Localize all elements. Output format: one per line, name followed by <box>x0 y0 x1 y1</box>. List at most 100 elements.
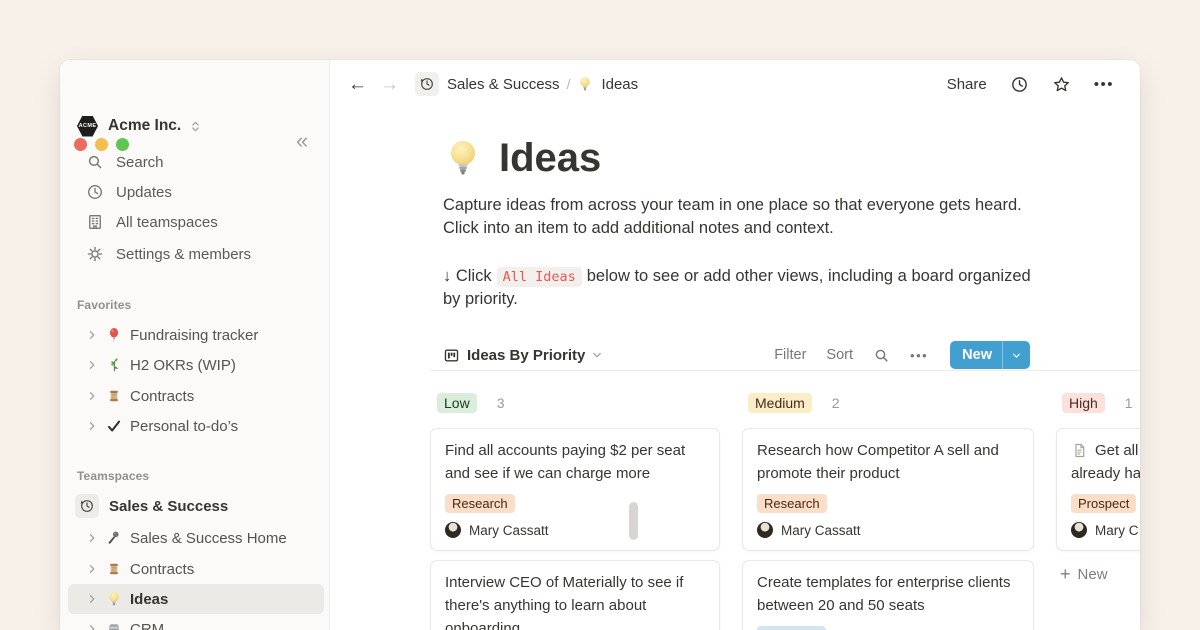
chevron-right-icon[interactable] <box>86 623 98 630</box>
card-person: Mary Cassatt <box>445 522 705 538</box>
board-icon <box>443 347 460 364</box>
card-tag: Research <box>445 494 515 513</box>
favorites-header: Favorites <box>77 298 131 312</box>
sidebar-item-crm[interactable]: CRM <box>68 614 324 630</box>
page-title-row: Ideas <box>443 138 601 178</box>
card-title: already ha <box>1071 462 1140 485</box>
sidebar-item-updates[interactable]: Updates <box>60 177 330 207</box>
card-tag: Prospect <box>1071 494 1136 513</box>
board-card[interactable]: Get all already ha Prospect Mary C <box>1056 428 1140 551</box>
filter-button[interactable]: Filter <box>774 347 806 363</box>
callout-text: ↓ Click <box>443 267 492 285</box>
column-header-medium[interactable]: Medium 2 <box>748 392 840 414</box>
clock-icon[interactable] <box>1010 75 1029 94</box>
board-card[interactable]: Find all accounts paying $2 per seat and… <box>430 428 720 551</box>
search-icon[interactable] <box>873 347 890 364</box>
share-button[interactable]: Share <box>947 76 987 93</box>
sidebar-item-all-teamspaces[interactable]: All teamspaces <box>60 207 330 237</box>
sidebar-item-label: Sales & Success Home <box>130 530 287 547</box>
more-icon[interactable]: ••• <box>1094 76 1114 93</box>
star-icon[interactable] <box>1052 75 1071 94</box>
breadcrumb-separator: / <box>567 76 571 92</box>
sidebar-item-settings-members[interactable]: Settings & members <box>60 239 330 269</box>
avatar <box>445 522 461 538</box>
scrollbar-thumb[interactable] <box>629 502 638 540</box>
add-new-card-button[interactable]: + New <box>1060 560 1108 588</box>
sidebar-item-search[interactable]: Search <box>60 147 330 177</box>
chevron-right-icon[interactable] <box>86 593 98 605</box>
chevron-right-icon[interactable] <box>86 390 98 402</box>
avatar <box>1071 522 1087 538</box>
board-card[interactable]: Research how Competitor A sell and promo… <box>742 428 1034 551</box>
chevron-down-icon <box>1011 350 1022 361</box>
board-card[interactable]: Interview CEO of Materially to see if th… <box>430 560 720 630</box>
priority-badge: High <box>1062 393 1105 413</box>
callout-line: by priority. <box>443 288 518 311</box>
column-header-high[interactable]: High 1 <box>1062 392 1133 414</box>
sidebar-item-personal-todos[interactable]: Personal to-do’s <box>68 411 324 441</box>
view-name[interactable]: Ideas By Priority <box>467 347 585 364</box>
breadcrumb-teamspace-icon-box[interactable] <box>415 72 439 96</box>
add-new-label: New <box>1078 566 1108 583</box>
person-name: Mary Cassatt <box>469 523 549 538</box>
building-icon <box>86 213 104 231</box>
app-window: « ACME Acme Inc. Search Updates All team… <box>60 60 1140 630</box>
breadcrumb-teamspace[interactable]: Sales & Success <box>447 76 560 93</box>
callout-line: ↓ ClickAll Ideasbelow to see or add othe… <box>443 265 1031 289</box>
column-count: 2 <box>832 395 840 411</box>
view-toolbar-actions: Filter Sort ••• New <box>774 341 1030 369</box>
card-title: Interview CEO of Materially to see if th… <box>445 571 705 630</box>
sidebar-item-label: Contracts <box>130 388 194 405</box>
sidebar-item-label: Settings & members <box>116 246 251 263</box>
chevron-right-icon[interactable] <box>86 532 98 544</box>
card-tag: Collateral <box>757 626 826 630</box>
plus-icon: + <box>1060 565 1071 583</box>
teamspaces-header: Teamspaces <box>77 469 149 483</box>
new-button-label[interactable]: New <box>950 341 1002 369</box>
column-count: 1 <box>1125 395 1133 411</box>
new-button[interactable]: New <box>950 341 1030 369</box>
forward-arrow-icon[interactable]: → <box>380 75 399 94</box>
view-toolbar: Ideas By Priority Filter Sort ••• New <box>443 340 1030 370</box>
microphone-icon <box>106 530 122 546</box>
priority-badge: Medium <box>748 393 812 413</box>
topbar: ← → Sales & Success / Ideas Share ••• <box>330 60 1140 108</box>
board-card[interactable]: Create templates for enterprise clients … <box>742 560 1034 630</box>
back-arrow-icon[interactable]: ← <box>348 75 367 94</box>
sidebar-item-label: Search <box>116 154 164 171</box>
herb-icon <box>106 357 122 373</box>
card-title: Get all <box>1095 439 1138 462</box>
person-name: Mary Cassatt <box>781 523 861 538</box>
more-icon[interactable]: ••• <box>910 348 928 363</box>
sidebar-item-ideas[interactable]: Ideas <box>68 584 324 614</box>
card-person: Mary C <box>1071 522 1140 538</box>
sidebar-item-label: Contracts <box>130 561 194 578</box>
column-header-low[interactable]: Low 3 <box>437 392 504 414</box>
inline-code-all-ideas: All Ideas <box>497 267 582 287</box>
lightbulb-icon[interactable] <box>443 138 483 178</box>
sidebar-item-fundraising-tracker[interactable]: Fundraising tracker <box>68 320 324 350</box>
chevron-right-icon[interactable] <box>86 359 98 371</box>
column-count: 3 <box>497 395 505 411</box>
new-button-dropdown[interactable] <box>1003 350 1030 361</box>
sidebar-item-label: H2 OKRs (WIP) <box>130 357 236 374</box>
chevron-right-icon[interactable] <box>86 563 98 575</box>
search-icon <box>86 153 104 171</box>
workspace-switcher[interactable]: ACME Acme Inc. <box>77 114 202 138</box>
priority-badge: Low <box>437 393 477 413</box>
sidebar-item-label: All teamspaces <box>116 214 218 231</box>
sidebar-item-contracts-teamspace[interactable]: Contracts <box>68 554 324 584</box>
chevron-right-icon[interactable] <box>86 329 98 341</box>
chevron-right-icon[interactable] <box>86 420 98 432</box>
clock-icon <box>86 183 104 201</box>
sidebar-item-sales-success-home[interactable]: Sales & Success Home <box>68 523 324 553</box>
breadcrumb-page[interactable]: Ideas <box>601 76 638 93</box>
chevron-down-icon[interactable] <box>591 349 603 361</box>
sort-button[interactable]: Sort <box>826 347 853 363</box>
sidebar-item-h2-okrs[interactable]: H2 OKRs (WIP) <box>68 350 324 380</box>
sidebar-item-contracts-favorite[interactable]: Contracts <box>68 381 324 411</box>
card-title: Find all accounts paying $2 per seat and… <box>445 439 705 485</box>
sidebar-item-label: Fundraising tracker <box>130 327 258 344</box>
workspace-logo: ACME <box>77 116 98 137</box>
sidebar-item-sales-success[interactable]: Sales & Success <box>68 491 324 521</box>
